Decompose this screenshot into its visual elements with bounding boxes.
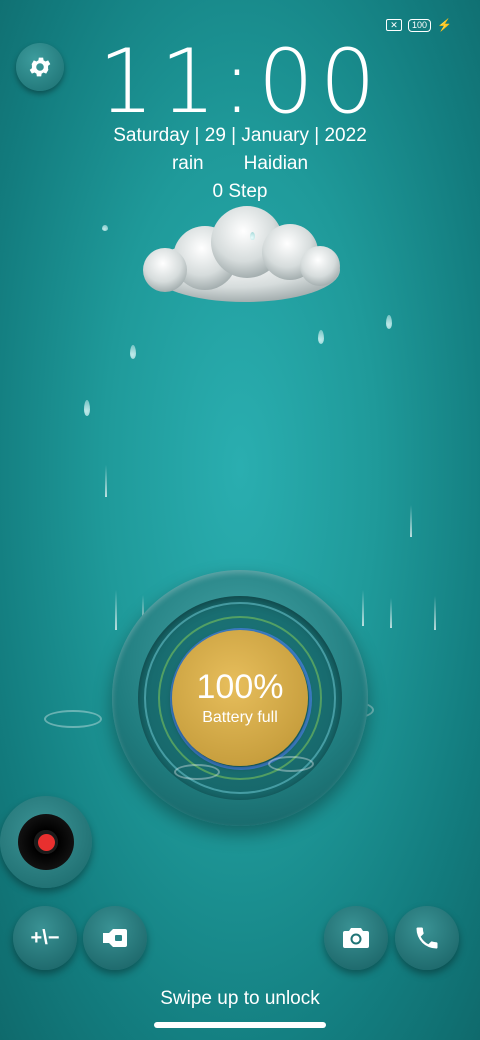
weather-condition: rain: [171, 153, 204, 174]
ripple: [174, 764, 220, 780]
raindrop: [386, 315, 392, 329]
raindrop: [250, 232, 255, 240]
dial-inner: 100% Battery full: [138, 596, 342, 800]
camera-button[interactable]: [324, 906, 388, 970]
battery-indicator: 100: [408, 18, 432, 32]
unlock-hint[interactable]: Swipe up to unlock: [0, 988, 480, 1010]
raindrop: [84, 400, 90, 416]
weather-location: Haidian: [243, 153, 309, 174]
rain-streak: [362, 590, 364, 626]
battery-dial: 100% Battery full: [112, 570, 368, 826]
ripple: [44, 710, 102, 728]
status-bar: ✕ 100 ⚡: [386, 18, 452, 32]
rain-streak: [410, 505, 412, 537]
raindrop: [102, 225, 108, 231]
battery-core: 100% Battery full: [172, 630, 308, 766]
flashlight-icon: [103, 929, 127, 947]
battery-percent: 100%: [196, 668, 284, 706]
rain-streak: [434, 596, 436, 630]
weather-row: rain Haidian: [0, 153, 480, 175]
rain-streak: [390, 598, 392, 628]
date-text: Saturday | 29 | January | 2022: [113, 125, 367, 146]
recorder-button[interactable]: [0, 796, 92, 888]
phone-button[interactable]: [395, 906, 459, 970]
clock-time: 11:00: [98, 30, 382, 133]
record-dot: [37, 833, 55, 851]
home-indicator[interactable]: [154, 1022, 326, 1028]
phone-icon: [416, 927, 438, 949]
camera-icon: [343, 928, 369, 948]
raindrop: [318, 330, 324, 344]
vinyl-record-icon: [18, 814, 74, 870]
calculator-label: +\−: [30, 926, 60, 949]
flashlight-button[interactable]: [83, 906, 147, 970]
battery-status: Battery full: [202, 709, 278, 726]
calculator-button[interactable]: +\−: [13, 906, 77, 970]
rain-streak: [115, 590, 117, 630]
cloud-icon: [143, 206, 340, 302]
rain-streak: [105, 465, 107, 497]
ripple: [268, 756, 314, 772]
no-sim-icon: ✕: [386, 19, 403, 31]
raindrop: [130, 345, 136, 359]
bolt-icon: ⚡: [437, 18, 452, 32]
